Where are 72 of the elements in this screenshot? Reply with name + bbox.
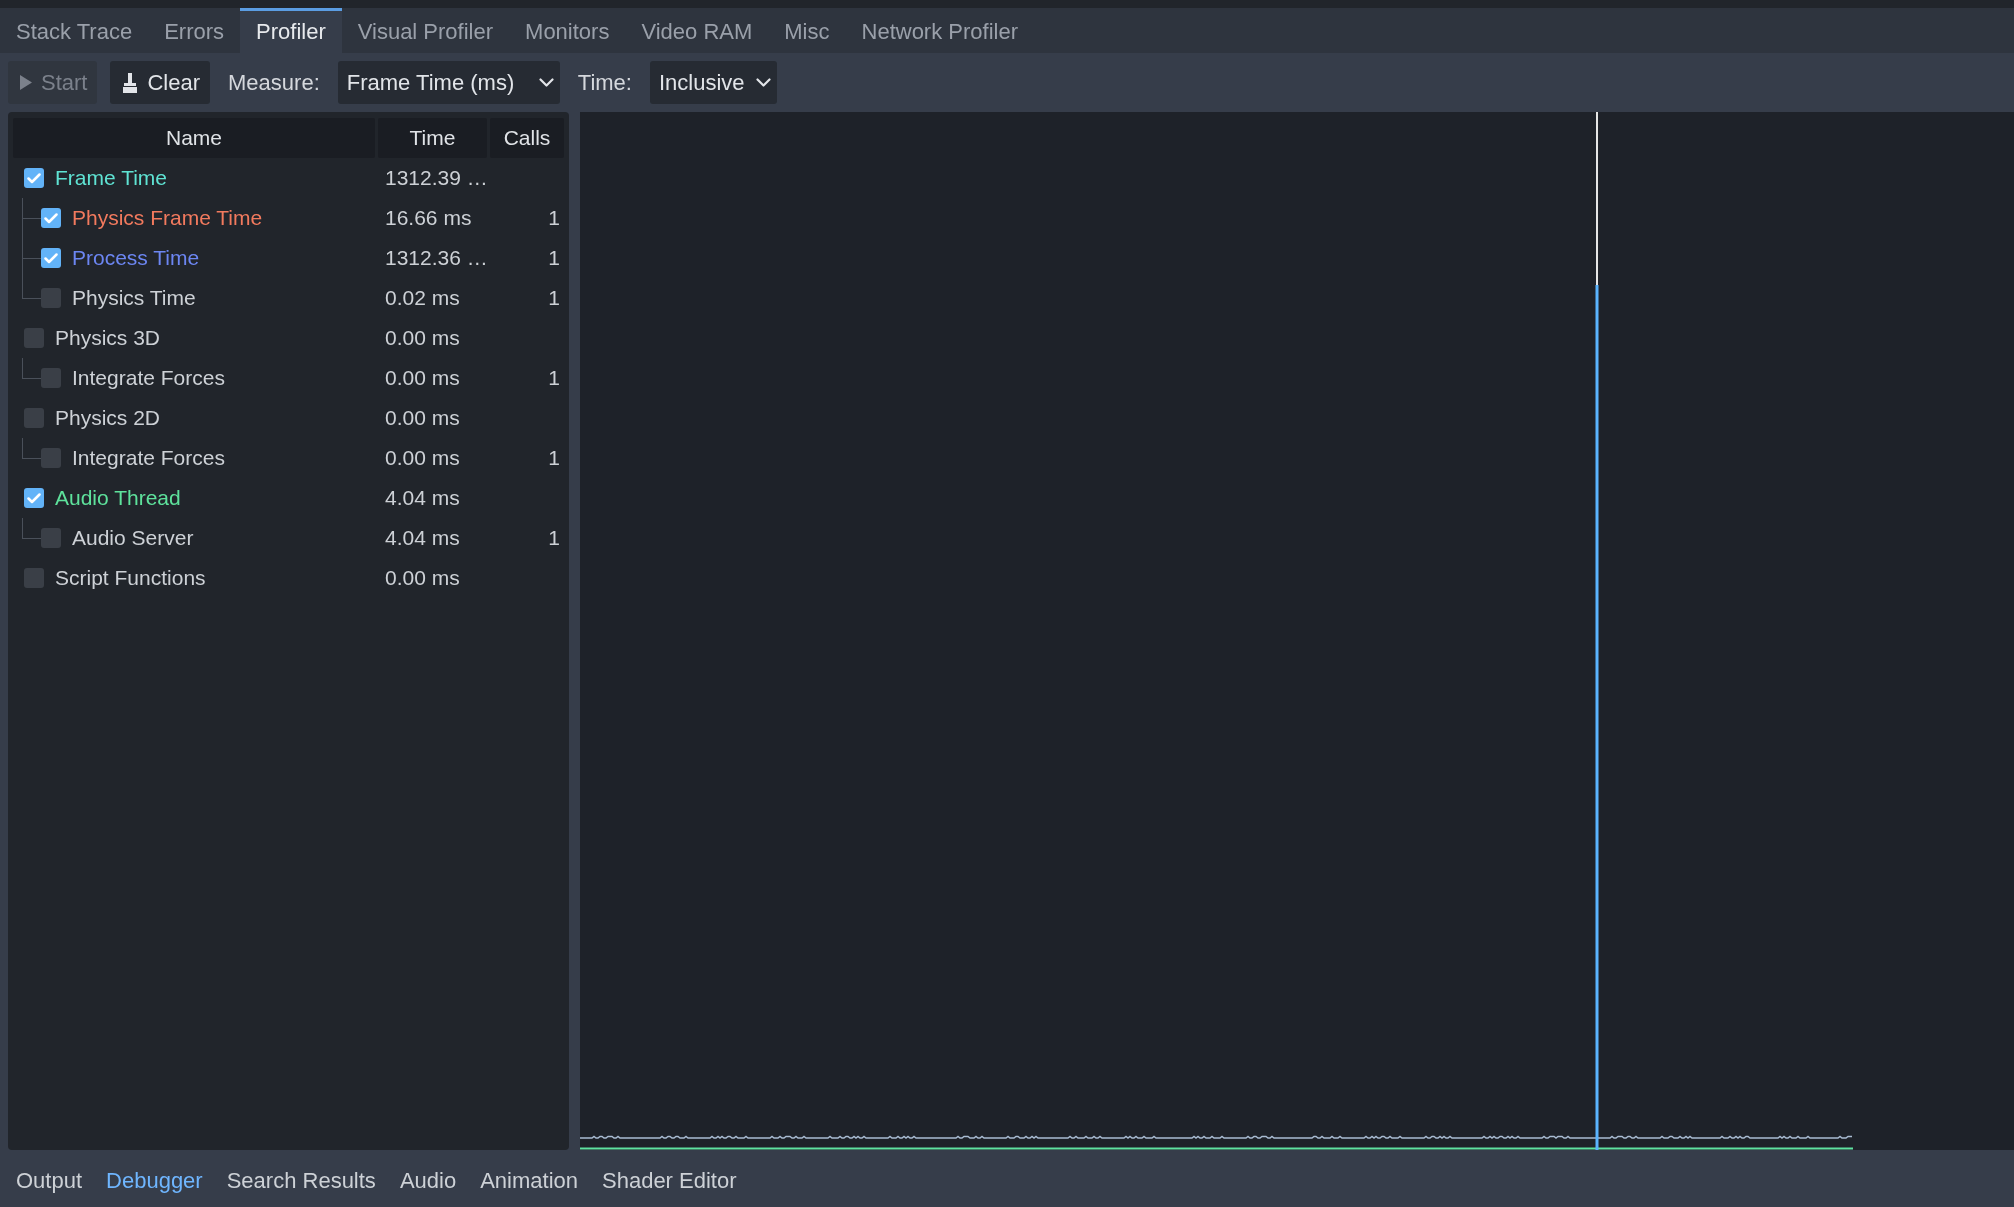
column-header: Name	[13, 118, 375, 158]
checkbox[interactable]	[24, 488, 44, 508]
column-header: Time	[378, 118, 487, 158]
calls-cell-text: 1	[547, 285, 561, 311]
play-icon	[20, 75, 32, 90]
checkbox[interactable]	[24, 408, 44, 428]
bottom-tab[interactable]: Shader Editor	[590, 1167, 749, 1194]
bottom-tab[interactable]: Audio	[387, 1167, 469, 1194]
time-dropdown[interactable]: Inclusive	[649, 61, 777, 104]
calls-cell-text: 1	[547, 205, 561, 231]
item-name[interactable]: Physics 3D	[55, 326, 161, 350]
item-name[interactable]: Integrate Forces	[72, 446, 225, 470]
checkbox[interactable]	[41, 528, 61, 548]
calls-cell-text: 1	[547, 365, 561, 391]
measure-label: Measure:	[227, 69, 321, 96]
item-name[interactable]: Integrate Forces	[72, 366, 225, 390]
clear-button[interactable]: Clear	[110, 61, 211, 104]
item-name[interactable]: Physics Frame Time	[72, 206, 263, 230]
time-cell-text: 0.00 ms	[384, 445, 461, 471]
time-cell-text: 0.02 ms	[384, 285, 461, 311]
checkbox[interactable]	[41, 248, 61, 268]
tab[interactable]: Misc	[768, 8, 846, 53]
checkbox[interactable]	[24, 568, 44, 588]
broom-icon	[122, 72, 139, 93]
time-cell-text: 16.66 ms	[384, 205, 473, 231]
item-name[interactable]: Audio Server	[72, 526, 194, 550]
tab[interactable]: Network Profiler	[845, 8, 1034, 53]
checkmark-icon	[27, 492, 41, 504]
time-cell-text: 0.00 ms	[384, 365, 461, 391]
time-cell-text: 1312.39 …	[384, 165, 487, 191]
chevron-down-icon	[538, 78, 554, 87]
checkbox[interactable]	[41, 448, 61, 468]
time-cell-text: 4.04 ms	[384, 525, 461, 551]
calls-cell-text: 1	[547, 525, 561, 551]
bottom-tab[interactable]: Search Results	[214, 1167, 388, 1194]
time-cell-text: 1312.36 …	[384, 245, 487, 271]
checkmark-icon	[27, 172, 41, 184]
item-name[interactable]: Process Time	[72, 246, 200, 270]
time-cell-text: 4.04 ms	[384, 485, 461, 511]
checkbox[interactable]	[24, 328, 44, 348]
measure-dropdown[interactable]: Frame Time (ms)	[337, 61, 560, 104]
bottom-tab[interactable]: Output	[4, 1167, 95, 1194]
tab[interactable]: Visual Profiler	[341, 8, 510, 53]
tree-guide-line	[22, 198, 41, 238]
tab[interactable]: Profiler	[240, 8, 342, 53]
bottom-tab[interactable]: Debugger	[94, 1167, 215, 1194]
checkbox[interactable]	[41, 208, 61, 228]
calls-cell-text: 1	[547, 445, 561, 471]
time-label: Time:	[576, 69, 633, 96]
tree-guide-line	[22, 238, 41, 278]
item-name[interactable]: Physics Time	[72, 286, 196, 310]
chevron-down-icon	[755, 78, 771, 87]
item-name[interactable]: Audio Thread	[55, 486, 181, 510]
checkmark-icon	[44, 252, 58, 264]
checkbox[interactable]	[41, 288, 61, 308]
calls-cell-text: 1	[547, 245, 561, 271]
item-name[interactable]: Script Functions	[55, 566, 206, 590]
column-header: Calls	[490, 118, 564, 158]
tab[interactable]: Stack Trace	[0, 8, 149, 53]
item-name[interactable]: Physics 2D	[55, 406, 161, 430]
time-cell-text: 0.00 ms	[384, 565, 461, 591]
bottom-tab[interactable]: Animation	[468, 1167, 590, 1194]
tab[interactable]: Video RAM	[625, 8, 769, 53]
time-cell-text: 0.00 ms	[384, 325, 461, 351]
item-name[interactable]: Frame Time	[55, 166, 167, 190]
checkbox[interactable]	[41, 368, 61, 388]
tab[interactable]: Monitors	[509, 8, 626, 53]
time-cell-text: 0.00 ms	[384, 405, 461, 431]
checkmark-icon	[44, 212, 58, 224]
frame-cursor-line[interactable]	[1595, 112, 1599, 1150]
tab[interactable]: Errors	[148, 8, 241, 53]
checkbox[interactable]	[24, 168, 44, 188]
